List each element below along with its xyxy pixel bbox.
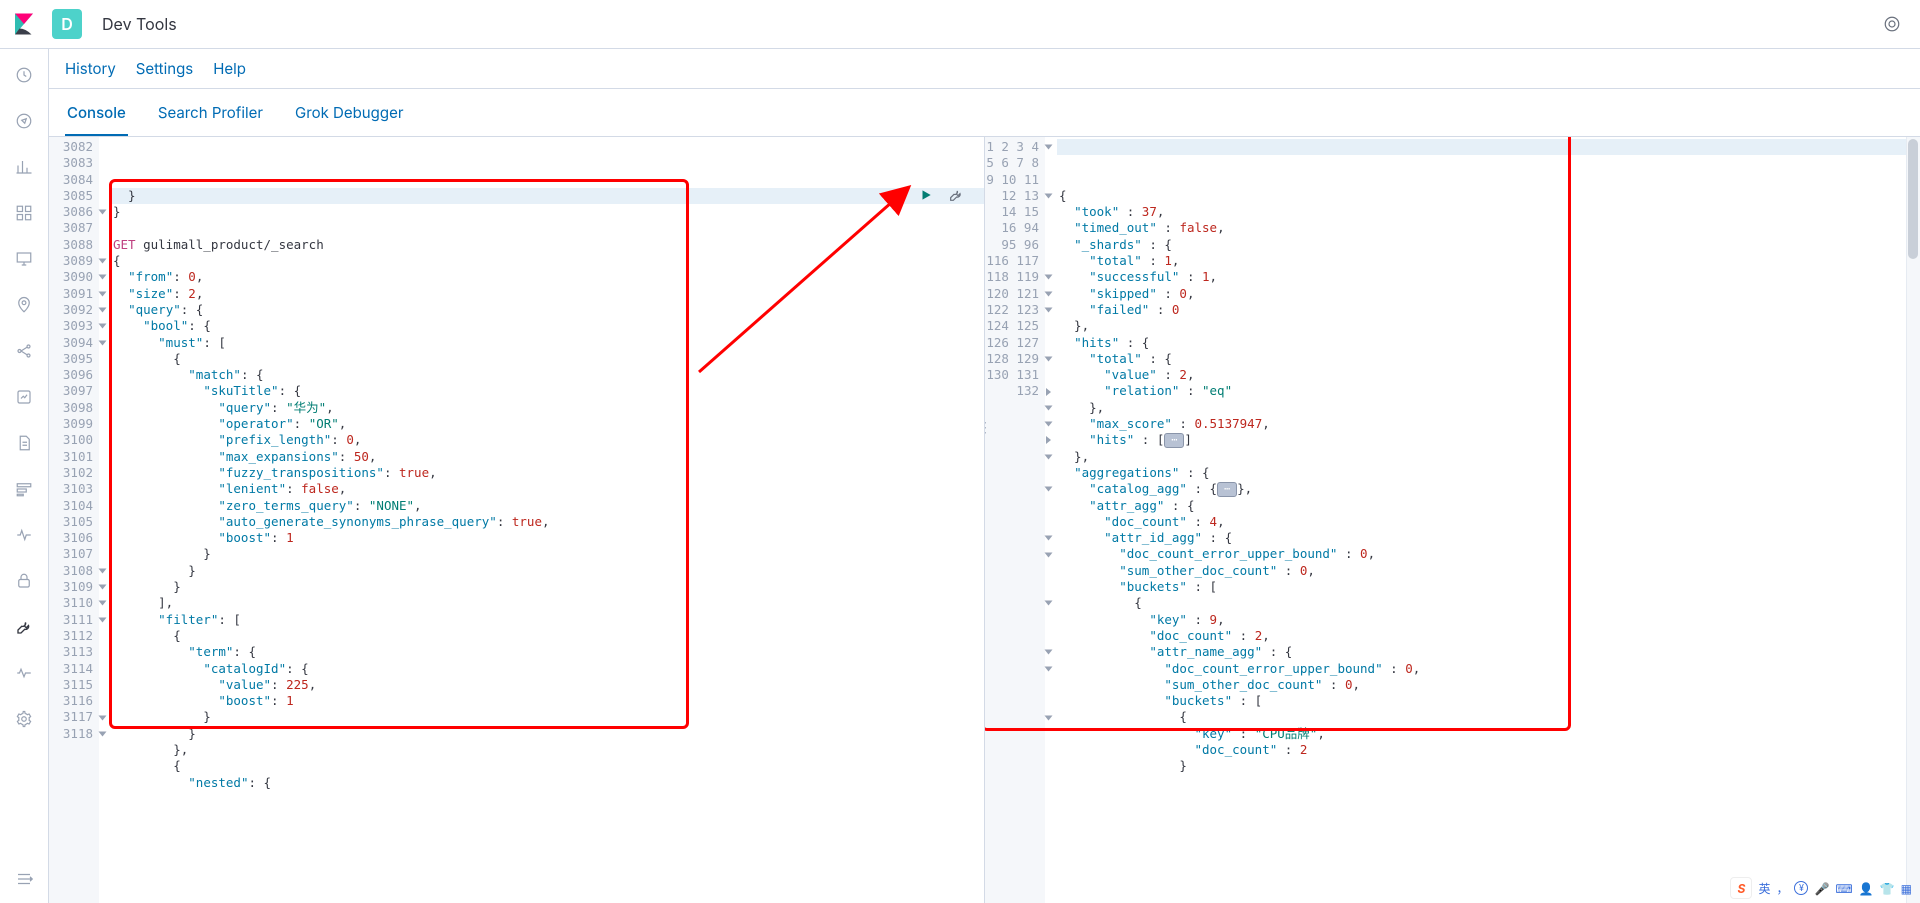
ime-lang[interactable]: 英 (1758, 880, 1770, 897)
nav-dashboard-icon[interactable] (8, 197, 40, 229)
nav-discover-icon[interactable] (8, 105, 40, 137)
tabs: Console Search Profiler Grok Debugger (49, 89, 1920, 137)
ime-skin-icon[interactable]: 👕 (1880, 881, 1895, 896)
request-gutter: 3082 3083 3084 3085 3086 3087 3088 3089 … (49, 137, 99, 903)
subnav-history[interactable]: History (65, 59, 116, 78)
splitter-handle[interactable]: ⋮ (984, 417, 989, 437)
nav-ml-icon[interactable] (8, 335, 40, 367)
subnav-help[interactable]: Help (213, 59, 246, 78)
ime-tray: S 英 ， ¥ 🎤 ⌨ 👤 👕 ▦ (1730, 877, 1912, 899)
nav-management-icon[interactable] (8, 703, 40, 735)
ime-punct[interactable]: ， (1776, 880, 1788, 897)
nav-metrics-icon[interactable] (8, 381, 40, 413)
run-button[interactable] (916, 185, 936, 205)
nav-apm-icon[interactable] (8, 473, 40, 505)
kibana-logo-icon[interactable] (12, 12, 36, 36)
request-pane[interactable]: 3082 3083 3084 3085 3086 3087 3088 3089 … (49, 137, 984, 903)
sogou-logo-icon[interactable]: S (1730, 877, 1752, 899)
response-gutter: 1 2 3 4 5 6 7 8 9 10 11 12 13 14 15 16 9… (985, 137, 1045, 903)
response-pane[interactable]: ⋮ 1 2 3 4 5 6 7 8 9 10 11 12 13 14 15 16… (984, 137, 1920, 903)
nav-uptime-icon[interactable] (8, 519, 40, 551)
ime-money-icon[interactable]: ¥ (1794, 881, 1808, 895)
response-viewer: { "took" : 37, "timed_out" : false, "_sh… (1057, 137, 1920, 903)
console-area: 3082 3083 3084 3085 3086 3087 3088 3089 … (49, 137, 1920, 903)
tab-console[interactable]: Console (65, 91, 128, 136)
ime-mic-icon[interactable]: 🎤 (1814, 881, 1829, 896)
nav-logs-icon[interactable] (8, 427, 40, 459)
nav-collapse-icon[interactable] (8, 863, 40, 895)
subnav-settings[interactable]: Settings (136, 59, 193, 78)
nav-monitoring-icon[interactable] (8, 657, 40, 689)
ime-toolbox-icon[interactable]: ▦ (1901, 881, 1912, 896)
news-icon[interactable] (1876, 8, 1908, 40)
nav-visualize-icon[interactable] (8, 151, 40, 183)
nav-canvas-icon[interactable] (8, 243, 40, 275)
app-title: Dev Tools (102, 14, 177, 34)
side-nav (0, 49, 49, 903)
nav-recent-icon[interactable] (8, 59, 40, 91)
response-scrollbar[interactable] (1906, 137, 1920, 903)
request-actions (916, 185, 966, 205)
ime-user-icon[interactable]: 👤 (1859, 881, 1874, 896)
app-badge: D (52, 9, 82, 39)
ime-keyboard-icon[interactable]: ⌨ (1835, 881, 1852, 896)
sub-nav: History Settings Help (49, 49, 1920, 89)
nav-devtools-icon[interactable] (8, 611, 40, 643)
tab-search-profiler[interactable]: Search Profiler (156, 91, 265, 136)
request-editor[interactable]: }}GET gulimall_product/_search{ "from": … (111, 137, 984, 903)
main-content: History Settings Help Console Search Pro… (49, 49, 1920, 903)
nav-maps-icon[interactable] (8, 289, 40, 321)
nav-siem-icon[interactable] (8, 565, 40, 597)
wrench-button[interactable] (946, 185, 966, 205)
top-bar: D Dev Tools (0, 0, 1920, 49)
tab-grok-debugger[interactable]: Grok Debugger (293, 91, 405, 136)
